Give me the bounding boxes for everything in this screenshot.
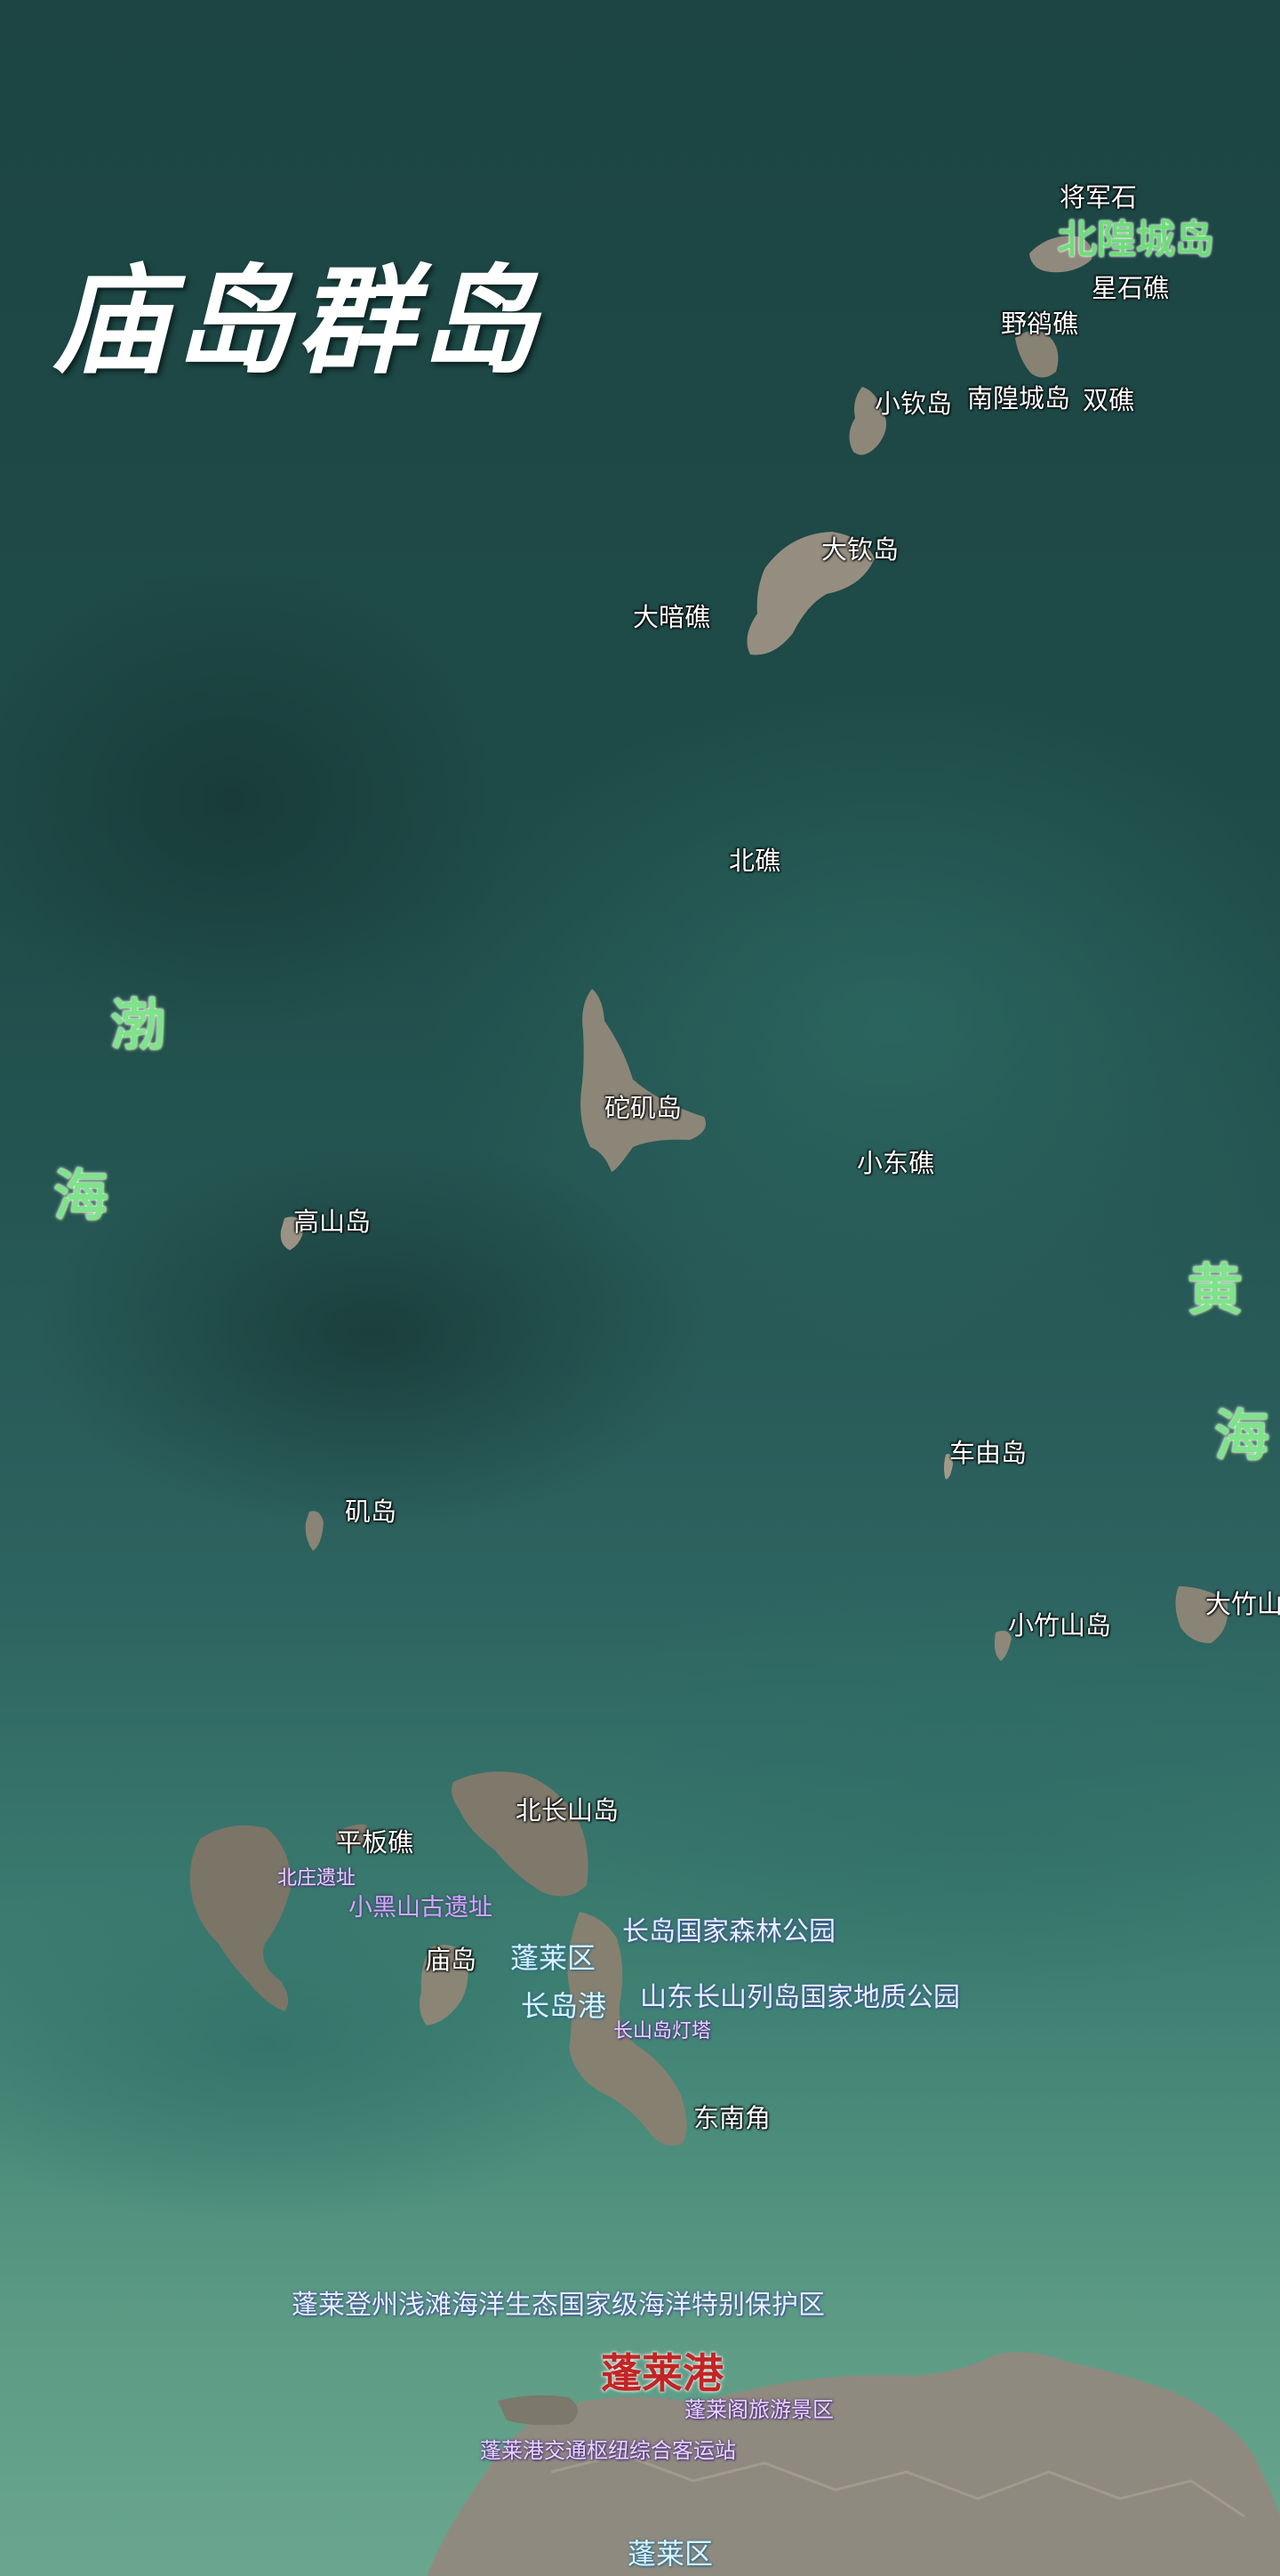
yellow-sea-label-2: 海 <box>1214 1403 1270 1468</box>
tuojidao-label: 砣矶岛 <box>604 1093 683 1123</box>
daanjiao-label: 大暗礁 <box>633 602 711 632</box>
dongnanjiao-label: 东南角 <box>693 2103 772 2133</box>
yeluojiao-label: 野鹆礁 <box>1001 309 1079 339</box>
dazhushan-label: 大竹山 <box>1205 1589 1280 1619</box>
sea-texture <box>36 1138 711 1529</box>
xiaodongjiao-label: 小东礁 <box>857 1148 935 1178</box>
geopark-label: 山东长山列岛国家地质公园 <box>640 1982 960 2013</box>
beichangshandao-label: 北长山岛 <box>516 1795 620 1826</box>
changdao-port-label: 长岛港 <box>521 1989 607 2023</box>
gaoshandao-label: 高山岛 <box>293 1207 372 1237</box>
penglai-district-lower-label: 蓬莱区 <box>628 2537 714 2571</box>
penglai-port-label: 蓬莱港 <box>601 2349 724 2397</box>
xiaoheishan-site-label: 小黑山古遗址 <box>348 1894 492 1922</box>
forest-park-label: 长岛国家森林公园 <box>622 1916 836 1947</box>
pingbanjiao-label: 平板礁 <box>336 1827 414 1858</box>
bohai-sea-label-1: 渤 <box>110 992 166 1057</box>
penglai-district-upper-label: 蓬莱区 <box>510 1941 596 1975</box>
nanhuangchengdao-label: 南隍城岛 <box>967 383 1071 413</box>
shuangjiao-label: 双礁 <box>1083 385 1135 415</box>
beizhuang-site-label: 北庄遗址 <box>277 1867 356 1890</box>
map-title: 庙岛群岛 <box>52 253 542 390</box>
jidao-label: 矶岛 <box>345 1497 397 1527</box>
beihuangcheng-island-label: 北隍城岛 <box>1058 217 1214 262</box>
cheyoudao-label: 车由岛 <box>949 1438 1028 1468</box>
harbor-pier <box>498 2395 578 2426</box>
jiangjunshi-label: 将军石 <box>1060 182 1138 213</box>
daqindao-label: 大钦岛 <box>821 534 900 565</box>
xiaoqindao-label: 小钦岛 <box>875 389 953 419</box>
bohai-sea-label-2: 海 <box>53 1163 109 1228</box>
penglai-hub-label: 蓬莱港交通枢纽综合客运站 <box>480 2438 736 2463</box>
marine-reserve-label: 蓬莱登州浅滩海洋生态国家级海洋特别保护区 <box>292 2290 825 2321</box>
miaodao-label: 庙岛 <box>425 1945 477 1975</box>
beijiao-label: 北礁 <box>729 846 781 876</box>
xingshijiao-label: 星石礁 <box>1092 273 1170 303</box>
yellow-sea-label-1: 黄 <box>1188 1257 1244 1322</box>
penglai-pavilion-label: 蓬莱阁旅游景区 <box>684 2397 834 2422</box>
lighthouse-label: 长山岛灯塔 <box>613 2020 712 2042</box>
xiaozhushandao-label: 小竹山岛 <box>1008 1610 1112 1641</box>
